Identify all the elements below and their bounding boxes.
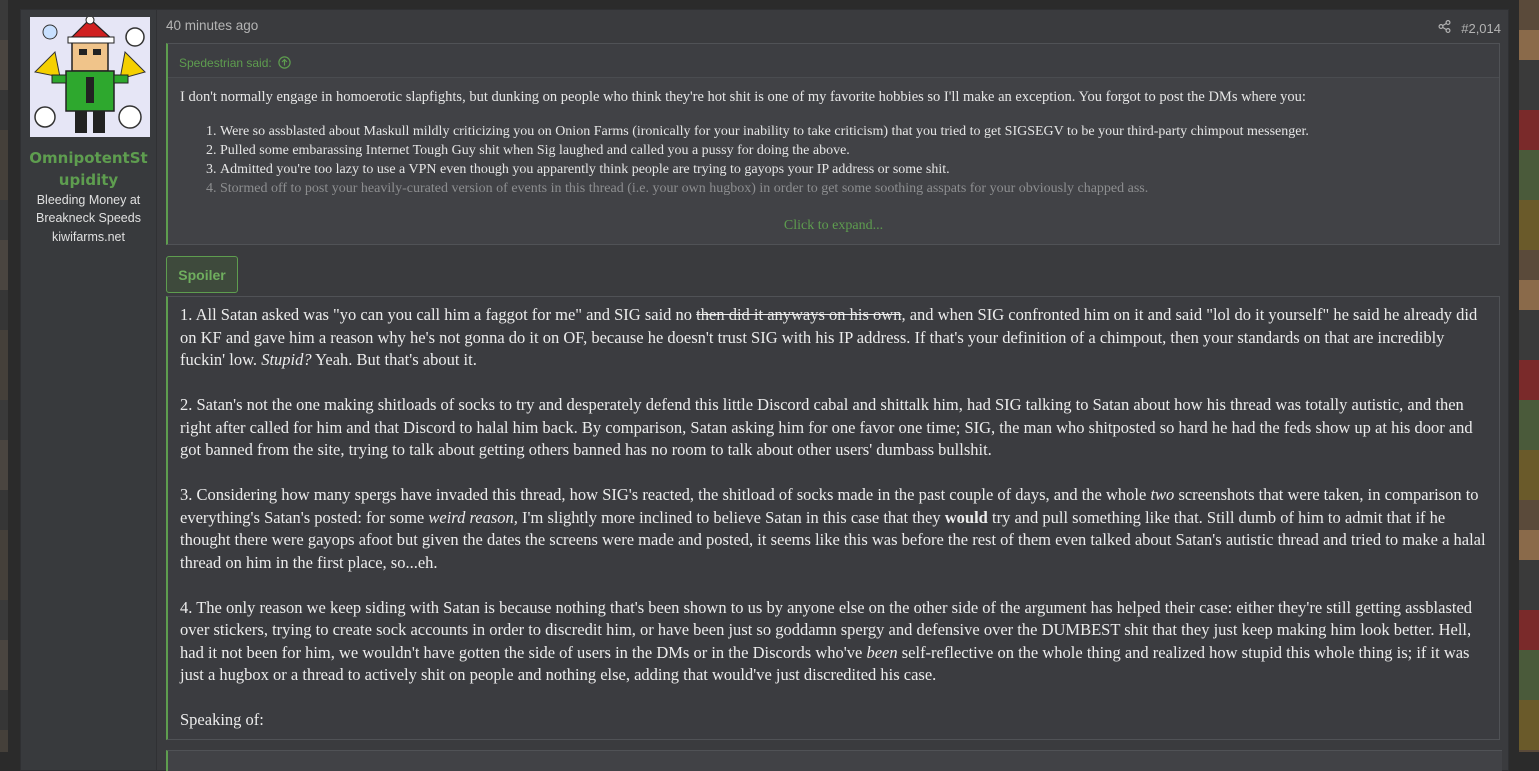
background-strip-right xyxy=(1519,0,1539,752)
post-number-link[interactable]: #2,014 xyxy=(1461,21,1501,36)
body-text: I'm slightly more inclined to believe Sa… xyxy=(517,507,945,527)
avatar-image xyxy=(30,17,150,137)
user-extra: kiwifarms.net xyxy=(52,230,125,244)
nested-block xyxy=(166,750,1502,771)
spoiler-button[interactable]: Spoiler xyxy=(166,256,238,293)
body-paragraph-1: 1. All Satan asked was "yo can you call … xyxy=(180,304,1489,372)
avatar[interactable] xyxy=(30,17,150,137)
body-paragraph-3: 3. Considering how many spergs have inva… xyxy=(180,484,1489,574)
post-content: 40 minutes ago #2,014 Spedestrian said: xyxy=(157,10,1508,771)
share-icon[interactable] xyxy=(1438,20,1451,36)
username[interactable]: OmnipotentStupidity xyxy=(21,147,156,191)
body-paragraph-5: Speaking of: xyxy=(180,710,264,729)
user-title-line1: Bleeding Money at xyxy=(36,193,141,207)
forum-post: OmnipotentStupidity Bleeding Money at Br… xyxy=(20,9,1509,771)
body-text: 1. All Satan asked was "yo can you call … xyxy=(180,305,697,324)
user-sidebar: OmnipotentStupidity Bleeding Money at Br… xyxy=(21,10,157,770)
quote-list-item: Were so assblasted about Maskull mildly … xyxy=(220,122,1487,141)
bold-text: would xyxy=(944,507,988,527)
italic-text: Stupid? xyxy=(261,350,312,369)
quote-list-item: Pulled some embarassing Internet Tough G… xyxy=(220,141,1487,160)
quote-header[interactable]: Spedestrian said: xyxy=(168,44,1499,78)
quote-block: Spedestrian said: I don't normally engag… xyxy=(166,43,1500,245)
click-to-expand-link[interactable]: Click to expand... xyxy=(168,218,1499,234)
background-strip-left xyxy=(0,0,8,752)
italic-text: been xyxy=(866,642,898,662)
italic-text: weird reason, xyxy=(428,507,518,527)
quote-list-item: Stormed off to post your heavily-curated… xyxy=(220,179,1487,198)
body-paragraph-2: 2. Satan's not the one making shitloads … xyxy=(180,395,1473,459)
quote-list: Were so assblasted about Maskull mildly … xyxy=(180,122,1487,198)
quote-list-item: Admitted you're too lazy to use a VPN ev… xyxy=(220,160,1487,179)
quote-author[interactable]: Spedestrian said: xyxy=(179,56,272,70)
spoiler-content: 1. All Satan asked was "yo can you call … xyxy=(166,296,1500,740)
body-text: Yeah. But that's about it. xyxy=(311,350,477,369)
post-meta-right: #2,014 xyxy=(1438,20,1501,36)
body-text: 3. Considering how many spergs have inva… xyxy=(180,485,1151,504)
quote-intro: I don't normally engage in homoerotic sl… xyxy=(180,89,1306,105)
user-title-line2: Breakneck Speeds xyxy=(36,211,141,225)
italic-text: two xyxy=(1150,485,1175,504)
post-timestamp[interactable]: 40 minutes ago xyxy=(166,18,258,33)
arrow-up-circle-icon[interactable] xyxy=(278,56,291,72)
quote-body: I don't normally engage in homoerotic sl… xyxy=(168,78,1499,198)
strikethrough-text: then did it anyways on his own xyxy=(696,305,902,324)
body-paragraph-4: 4. The only reason we keep siding with S… xyxy=(180,597,1489,687)
user-title: Bleeding Money at Breakneck Speeds xyxy=(21,191,156,227)
